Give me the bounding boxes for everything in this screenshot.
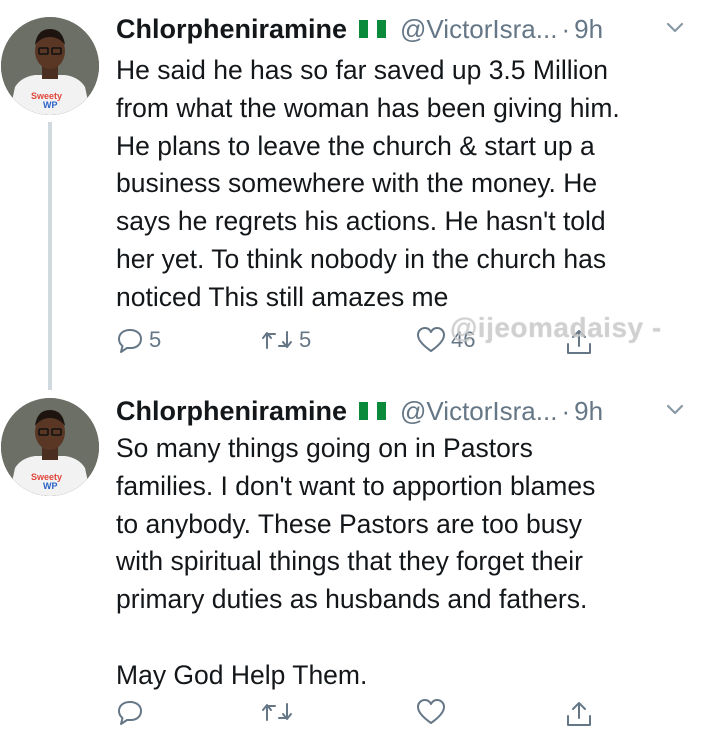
tweet-text: So many things going on in Pastors famil… bbox=[116, 433, 596, 690]
tweet-text: He said he has so far saved up 3.5 Milli… bbox=[116, 55, 620, 312]
retweet-count: 5 bbox=[299, 327, 312, 352]
share-button[interactable] bbox=[564, 698, 594, 728]
watermark: @ijeomadaisy - bbox=[450, 312, 662, 343]
retweet-icon bbox=[260, 698, 294, 726]
reply-icon bbox=[116, 698, 144, 726]
chevron-down-icon[interactable] bbox=[664, 16, 686, 43]
display-name[interactable]: Chlorpheniramine bbox=[116, 396, 347, 427]
chevron-down-icon[interactable] bbox=[664, 398, 686, 425]
tweet-actions bbox=[116, 698, 716, 732]
tweet[interactable]: Sweety WP Chlorpheniramine @VictorIsra..… bbox=[0, 0, 720, 396]
avatar-shirt-text-2: WP bbox=[43, 481, 58, 491]
tweet-header: Chlorpheniramine @VictorIsra... · 9h bbox=[116, 10, 696, 48]
reply-button[interactable] bbox=[116, 698, 149, 726]
display-name[interactable]: Chlorpheniramine bbox=[116, 14, 347, 45]
avatar-shirt-text-2: WP bbox=[43, 100, 58, 110]
timestamp[interactable]: 9h bbox=[574, 396, 603, 427]
reply-button[interactable]: 5 bbox=[116, 326, 161, 354]
reply-count: 5 bbox=[149, 327, 162, 352]
heart-icon bbox=[416, 698, 446, 726]
share-icon bbox=[564, 698, 594, 728]
user-handle[interactable]: @VictorIsra... bbox=[400, 14, 557, 45]
tweet[interactable]: Sweety WP Chlorpheniramine @VictorIsra..… bbox=[0, 396, 720, 726]
nigeria-flag-icon bbox=[359, 402, 387, 420]
tweet-header: Chlorpheniramine @VictorIsra... · 9h bbox=[116, 392, 696, 430]
retweet-button[interactable] bbox=[260, 698, 299, 726]
nigeria-flag-icon bbox=[359, 20, 387, 38]
like-button[interactable] bbox=[416, 698, 451, 726]
separator-dot: · bbox=[561, 13, 571, 44]
retweet-button[interactable]: 5 bbox=[260, 326, 311, 354]
separator-dot: · bbox=[561, 395, 571, 426]
heart-icon bbox=[416, 326, 446, 354]
retweet-icon bbox=[260, 326, 294, 354]
user-handle[interactable]: @VictorIsra... bbox=[400, 396, 557, 427]
avatar[interactable]: Sweety WP bbox=[1, 17, 99, 115]
reply-icon bbox=[116, 326, 144, 354]
timestamp[interactable]: 9h bbox=[574, 14, 603, 45]
avatar[interactable]: Sweety WP bbox=[1, 398, 99, 496]
